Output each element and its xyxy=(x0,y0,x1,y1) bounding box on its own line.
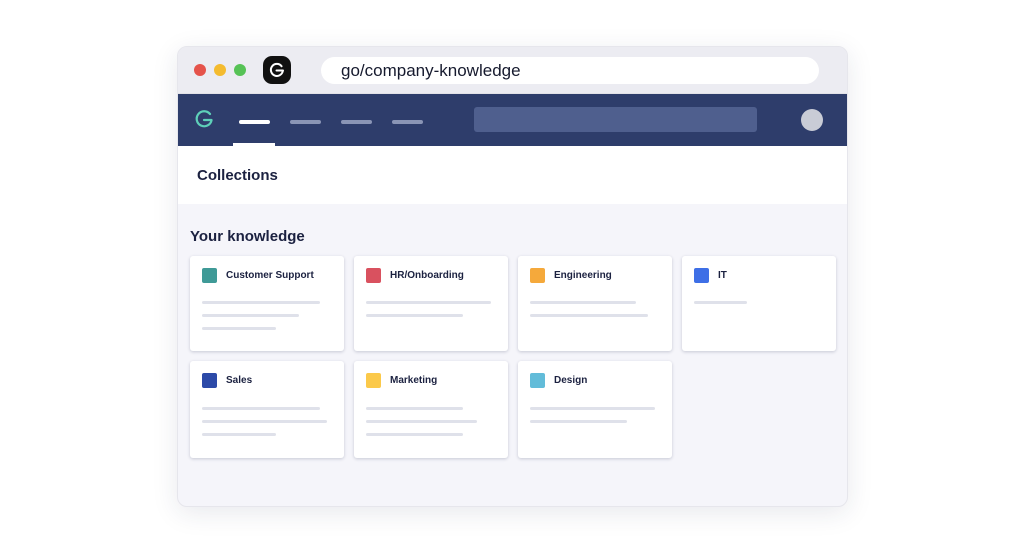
placeholder-line xyxy=(202,314,299,317)
nav-tab-1[interactable] xyxy=(239,120,270,124)
nav-tab-3[interactable] xyxy=(341,120,372,124)
browser-window: go/company-knowledge Collections Your kn… xyxy=(177,46,848,507)
browser-titlebar: go/company-knowledge xyxy=(178,47,847,94)
collection-card-label: Sales xyxy=(226,375,253,386)
collection-card-sales[interactable]: Sales xyxy=(190,361,344,458)
placeholder-line xyxy=(366,407,463,410)
collection-card-label: IT xyxy=(718,270,727,281)
app-navbar xyxy=(178,94,847,146)
address-bar[interactable]: go/company-knowledge xyxy=(321,57,819,84)
collection-card-customer-support[interactable]: Customer Support xyxy=(190,256,344,351)
collection-color-swatch xyxy=(694,268,709,283)
avatar[interactable] xyxy=(801,109,823,131)
placeholder-line xyxy=(694,301,747,304)
placeholder-line xyxy=(530,314,648,317)
search-input[interactable] xyxy=(474,107,757,132)
collection-color-swatch xyxy=(530,373,545,388)
guru-logo-icon[interactable] xyxy=(193,108,215,130)
placeholder-line xyxy=(366,301,491,304)
collection-card-label: Engineering xyxy=(554,270,612,281)
maximize-window-button[interactable] xyxy=(234,64,246,76)
collection-color-swatch xyxy=(366,373,381,388)
section-title: Your knowledge xyxy=(190,228,305,245)
close-window-button[interactable] xyxy=(194,64,206,76)
placeholder-line xyxy=(202,407,320,410)
page-header: Collections xyxy=(178,146,847,204)
nav-tab-2[interactable] xyxy=(290,120,321,124)
placeholder-line xyxy=(366,433,463,436)
collection-color-swatch xyxy=(202,373,217,388)
collection-card-label: Customer Support xyxy=(226,270,314,281)
nav-tab-4[interactable] xyxy=(392,120,423,124)
placeholder-line xyxy=(530,407,655,410)
placeholder-line xyxy=(202,301,320,304)
collection-card-label: Design xyxy=(554,375,588,386)
collection-card-label: HR/Onboarding xyxy=(390,270,464,281)
collection-color-swatch xyxy=(202,268,217,283)
collection-card-it[interactable]: IT xyxy=(682,256,836,351)
placeholder-line xyxy=(530,301,636,304)
minimize-window-button[interactable] xyxy=(214,64,226,76)
placeholder-line xyxy=(202,420,327,423)
collection-color-swatch xyxy=(366,268,381,283)
placeholder-line xyxy=(202,433,276,436)
placeholder-line xyxy=(530,420,627,423)
collection-card-design[interactable]: Design xyxy=(518,361,672,458)
collection-card-marketing[interactable]: Marketing xyxy=(354,361,508,458)
collection-card-hr-onboarding[interactable]: HR/Onboarding xyxy=(354,256,508,351)
collection-card-label: Marketing xyxy=(390,375,438,386)
page-title: Collections xyxy=(197,167,278,184)
placeholder-line xyxy=(366,420,477,423)
collection-card-engineering[interactable]: Engineering xyxy=(518,256,672,351)
guru-app-icon[interactable] xyxy=(263,56,291,84)
placeholder-line xyxy=(202,327,276,330)
placeholder-line xyxy=(366,314,463,317)
collection-color-swatch xyxy=(530,268,545,283)
